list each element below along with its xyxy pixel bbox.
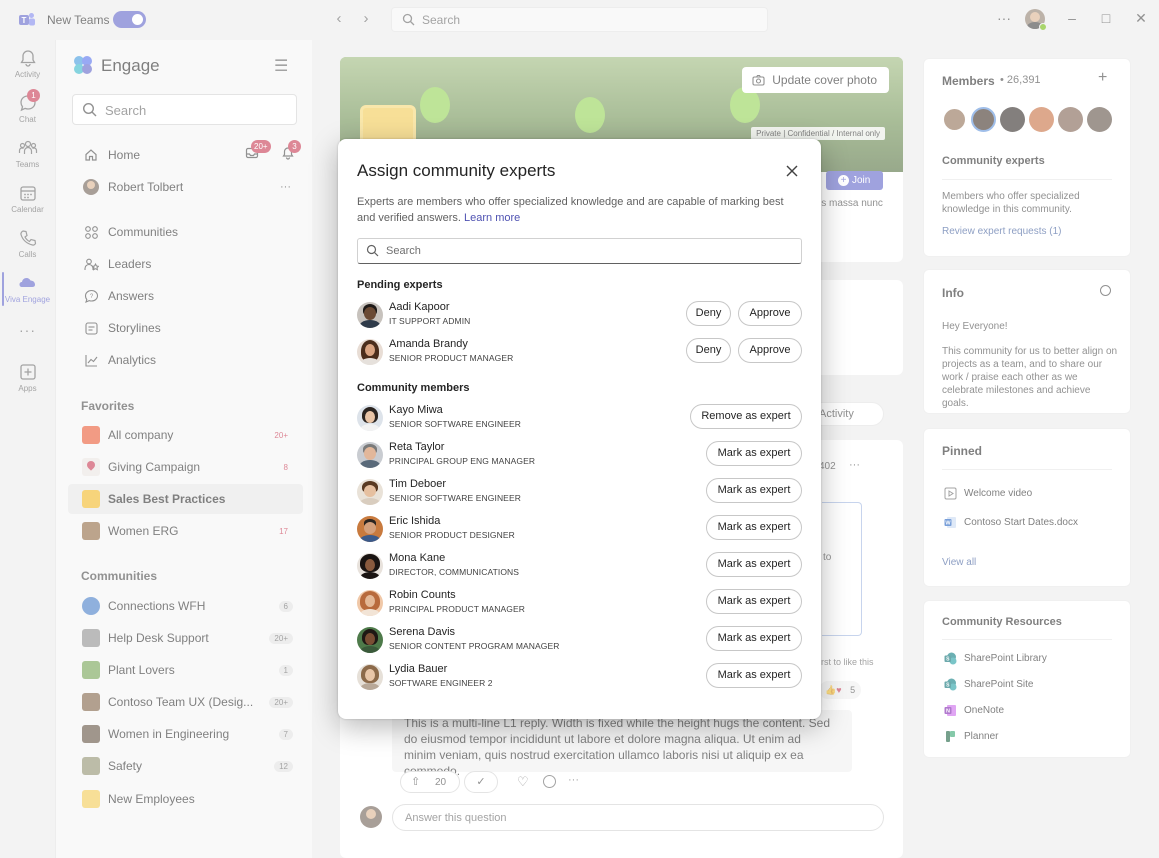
- learn-more-link[interactable]: Learn more: [464, 212, 520, 224]
- mark-as-expert-button[interactable]: Mark as expert: [706, 663, 802, 688]
- person-name: Lydia Bauer: [389, 663, 448, 675]
- deny-button[interactable]: Deny: [686, 301, 731, 326]
- deny-button[interactable]: Deny: [686, 338, 731, 363]
- dialog-title: Assign community experts: [357, 161, 556, 180]
- pending-expert-row: Aadi Kapoor IT SUPPORT ADMIN Deny Approv…: [357, 299, 802, 333]
- person-name: Kayo Miwa: [389, 404, 443, 416]
- person-name: Amanda Brandy: [389, 338, 468, 350]
- pending-experts-heading: Pending experts: [357, 279, 443, 291]
- member-row: Serena Davis SENIOR CONTENT PROGRAM MANA…: [357, 624, 802, 658]
- pending-expert-row: Amanda Brandy SENIOR PRODUCT MANAGER Den…: [357, 336, 802, 370]
- person-title: SENIOR SOFTWARE ENGINEER: [389, 419, 521, 429]
- person-name: Eric Ishida: [389, 515, 441, 527]
- member-row: Eric Ishida SENIOR PRODUCT DESIGNER Mark…: [357, 513, 802, 547]
- expert-search-input[interactable]: Search: [357, 238, 802, 264]
- person-name: Robin Counts: [389, 589, 456, 601]
- dialog-description-text: Experts are members who offer specialize…: [357, 196, 784, 224]
- member-row: Reta Taylor PRINCIPAL GROUP ENG MANAGER …: [357, 439, 802, 473]
- mark-as-expert-button[interactable]: Mark as expert: [706, 626, 802, 651]
- person-title: SOFTWARE ENGINEER 2: [389, 678, 493, 688]
- person-title: SENIOR CONTENT PROGRAM MANAGER: [389, 641, 560, 651]
- avatar: [357, 553, 383, 579]
- person-title: SENIOR PRODUCT MANAGER: [389, 353, 514, 363]
- assign-experts-dialog: Assign community experts Experts are mem…: [338, 139, 821, 719]
- dialog-description: Experts are members who offer specialize…: [357, 194, 802, 226]
- member-row: Kayo Miwa SENIOR SOFTWARE ENGINEER Remov…: [357, 402, 802, 436]
- avatar: [357, 405, 383, 431]
- close-icon[interactable]: [782, 161, 802, 181]
- avatar: [357, 302, 383, 328]
- avatar: [357, 516, 383, 542]
- expert-search-placeholder: Search: [386, 245, 421, 257]
- person-title: DIRECTOR, COMMUNICATIONS: [389, 567, 520, 577]
- avatar: [357, 664, 383, 690]
- avatar: [357, 627, 383, 653]
- member-row: Tim Deboer SENIOR SOFTWARE ENGINEER Mark…: [357, 476, 802, 510]
- person-title: PRINCIPAL GROUP ENG MANAGER: [389, 456, 536, 466]
- mark-as-expert-button[interactable]: Mark as expert: [706, 441, 802, 466]
- person-name: Tim Deboer: [389, 478, 447, 490]
- approve-button[interactable]: Approve: [738, 338, 802, 363]
- person-title: IT SUPPORT ADMIN: [389, 316, 471, 326]
- person-title: SENIOR SOFTWARE ENGINEER: [389, 493, 521, 503]
- mark-as-expert-button[interactable]: Mark as expert: [706, 552, 802, 577]
- avatar: [357, 442, 383, 468]
- member-row: Robin Counts PRINCIPAL PRODUCT MANAGER M…: [357, 587, 802, 621]
- mark-as-expert-button[interactable]: Mark as expert: [706, 515, 802, 540]
- avatar: [357, 590, 383, 616]
- approve-button[interactable]: Approve: [738, 301, 802, 326]
- avatar: [357, 339, 383, 365]
- member-row: Mona Kane DIRECTOR, COMMUNICATIONS Mark …: [357, 550, 802, 584]
- person-name: Mona Kane: [389, 552, 446, 564]
- mark-as-expert-button[interactable]: Mark as expert: [706, 478, 802, 503]
- community-members-heading: Community members: [357, 382, 470, 394]
- person-name: Serena Davis: [389, 626, 456, 638]
- avatar: [357, 479, 383, 505]
- remove-as-expert-button[interactable]: Remove as expert: [690, 404, 802, 429]
- person-title: SENIOR PRODUCT DESIGNER: [389, 530, 515, 540]
- person-title: PRINCIPAL PRODUCT MANAGER: [389, 604, 526, 614]
- person-name: Reta Taylor: [389, 441, 445, 453]
- mark-as-expert-button[interactable]: Mark as expert: [706, 589, 802, 614]
- search-icon: [366, 244, 379, 257]
- member-row: Lydia Bauer SOFTWARE ENGINEER 2 Mark as …: [357, 661, 802, 695]
- person-name: Aadi Kapoor: [389, 301, 450, 313]
